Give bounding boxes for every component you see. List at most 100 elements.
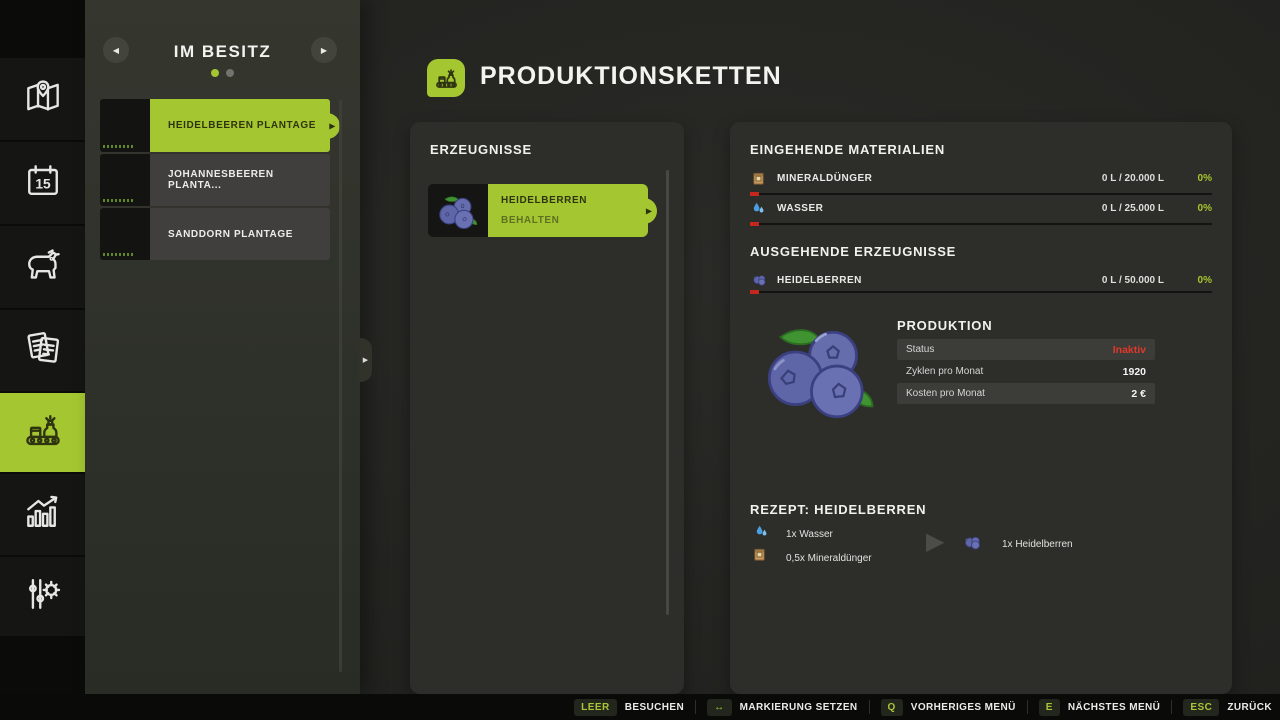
hint-set-marker: ↔ MARKIERUNG SETZEN — [707, 698, 858, 716]
divider — [868, 700, 870, 714]
ownership-panel: ◀ ▶ IM BESITZ HEIDELBEEREN PLANTAGE ▶ JO… — [85, 0, 360, 694]
row-label: Kosten pro Monat — [906, 388, 985, 399]
row-label: Zyklen pro Monat — [906, 366, 984, 377]
list-item-plantation-3[interactable]: SANDDORN PLANTAGE — [100, 208, 330, 260]
blueberry-image — [428, 184, 488, 237]
ownership-title: IM BESITZ — [173, 42, 272, 61]
output-fill-bar — [750, 290, 1212, 294]
plantation-thumbnail — [100, 154, 150, 206]
key-space: LEER — [574, 698, 617, 716]
production-chains-icon — [427, 59, 465, 97]
recipe-result: 1x Heidelberren — [1002, 539, 1073, 550]
input-fill-bar — [750, 192, 1212, 196]
hint-visit: LEER BESUCHEN — [574, 698, 685, 716]
row-value: 1920 — [1122, 365, 1146, 378]
input-label: MINERALDÜNGER — [777, 172, 873, 184]
sidebar-tab-map[interactable] — [0, 58, 85, 140]
sidebar-tab-contracts[interactable] — [0, 310, 85, 391]
product-item-body: HEIDELBERREN BEHALTEN ▶ — [488, 184, 652, 237]
input-label: WASSER — [777, 202, 824, 214]
output-row-blueberries: HEIDELBERREN 0 L / 50.000 L 0% — [750, 270, 1212, 290]
hint-label: ZURÜCK — [1227, 701, 1272, 713]
plantation-thumbnail — [100, 99, 150, 152]
input-row-water: WASSER 0 L / 25.000 L 0% — [750, 198, 1212, 218]
output-label: HEIDELBERREN — [777, 274, 862, 286]
page-dot-inactive — [226, 69, 234, 77]
list-item-plantation-1[interactable]: HEIDELBEEREN PLANTAGE ▶ — [100, 99, 335, 152]
products-panel: ERZEUGNISSE HEIDELBERREN BEHALTEN ▶ — [410, 122, 684, 694]
divider — [1026, 700, 1028, 714]
divider — [695, 700, 697, 714]
plantation-thumbnail — [100, 208, 150, 260]
input-fill-bar — [750, 222, 1212, 226]
key-esc: ESC — [1183, 698, 1220, 716]
list-item-plantation-2[interactable]: JOHANNESBEEREN PLANTA... — [100, 154, 330, 206]
ownership-scrollbar[interactable] — [339, 100, 342, 672]
plantation-label: SANDDORN PLANTAGE — [168, 228, 294, 240]
fertilizer-icon — [752, 547, 767, 567]
hint-label: NÄCHSTES MENÜ — [1067, 701, 1161, 713]
statistics-icon — [21, 490, 65, 539]
divider — [1171, 700, 1173, 714]
key-q: Q — [880, 698, 903, 716]
sidebar-tab-settings[interactable] — [0, 557, 85, 636]
details-panel: EINGEHENDE MATERIALIEN MINERALDÜNGER 0 L… — [730, 122, 1232, 694]
product-mode: BEHALTEN — [501, 215, 560, 226]
chevron-right-icon: ▶ — [645, 206, 652, 215]
hint-label: VORHERIGES MENÜ — [910, 701, 1016, 713]
blueberry-icon — [962, 534, 982, 556]
production-table: Status Inaktiv Zyklen pro Monat 1920 Kos… — [897, 339, 1155, 405]
key-tab: ↔ — [707, 698, 732, 716]
water-icon — [750, 200, 767, 217]
products-title: ERZEUGNISSE — [430, 142, 532, 157]
page-dots — [85, 69, 360, 77]
sidebar-tab-calendar[interactable]: 15 — [0, 142, 85, 224]
calendar-icon: 15 — [21, 159, 65, 208]
water-icon — [754, 524, 769, 544]
input-amount: 0 L / 20.000 L — [1101, 172, 1164, 184]
production-icon — [21, 408, 65, 457]
inputs-title: EINGEHENDE MATERIALIEN — [750, 142, 946, 157]
blueberry-icon — [750, 272, 767, 289]
production-title: PRODUKTION — [897, 318, 993, 333]
hint-next-menu: E NÄCHSTES MENÜ — [1038, 698, 1161, 716]
fertilizer-icon — [750, 170, 767, 187]
hint-label: BESUCHEN — [624, 701, 685, 713]
input-percent: 0% — [1197, 172, 1212, 184]
sidebar-tab-production[interactable] — [0, 393, 85, 472]
row-label: Status — [906, 344, 935, 355]
recipe-arrow-icon: ▶ — [926, 528, 945, 555]
hint-previous-menu: Q VORHERIGES MENÜ — [880, 698, 1016, 716]
cow-icon — [21, 243, 65, 292]
plantation-label: HEIDELBEEREN PLANTAGE — [168, 120, 316, 131]
recipe-ingredient: 0,5x Mineraldünger — [786, 553, 872, 564]
recipe-ingredient: 1x Wasser — [786, 529, 833, 540]
outputs-title: AUSGEHENDE ERZEUGNISSE — [750, 244, 957, 259]
hint-back: ESC ZURÜCK — [1183, 698, 1272, 716]
input-percent: 0% — [1197, 202, 1212, 214]
bottom-hint-bar: LEER BESUCHEN ↔ MARKIERUNG SETZEN Q VORH… — [0, 694, 1280, 720]
sidebar-tab-statistics[interactable] — [0, 474, 85, 555]
output-amount: 0 L / 50.000 L — [1101, 274, 1164, 286]
documents-icon — [21, 326, 65, 375]
input-row-fertilizer: MINERALDÜNGER 0 L / 20.000 L 0% — [750, 168, 1212, 188]
output-percent: 0% — [1197, 274, 1212, 286]
chevron-right-icon: ▶ — [329, 121, 336, 130]
product-name: HEIDELBERREN — [501, 195, 588, 206]
table-row-cycles: Zyklen pro Monat 1920 — [897, 361, 1155, 382]
products-scrollbar[interactable] — [666, 170, 669, 615]
hint-label: MARKIERUNG SETZEN — [739, 701, 858, 713]
plantation-label: JOHANNESBEEREN PLANTA... — [168, 169, 274, 191]
panel-collapse-handle[interactable]: ▶ — [359, 338, 372, 382]
input-amount: 0 L / 25.000 L — [1101, 202, 1164, 214]
product-item-blueberries[interactable]: HEIDELBERREN BEHALTEN ▶ — [428, 184, 668, 237]
map-icon — [21, 75, 65, 124]
status-badge: Inaktiv — [1112, 343, 1146, 356]
recipe-title: REZEPT: HEIDELBERREN — [750, 502, 927, 517]
row-value: 2 € — [1131, 387, 1146, 400]
svg-text:15: 15 — [35, 176, 51, 191]
settings-icon — [21, 572, 65, 621]
page-dot-active — [211, 69, 219, 77]
sidebar-tab-animals[interactable] — [0, 226, 85, 308]
key-e: E — [1038, 698, 1060, 716]
